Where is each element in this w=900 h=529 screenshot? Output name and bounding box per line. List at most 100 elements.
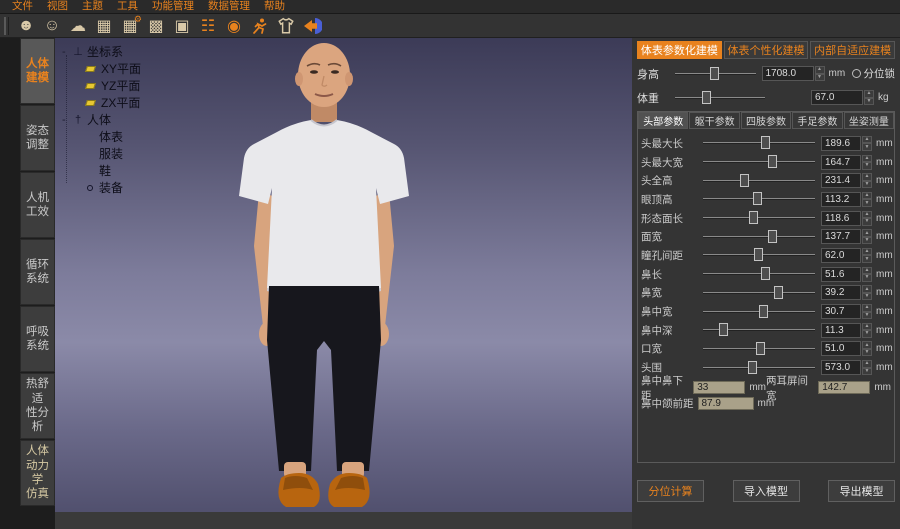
- mesh-body-icon[interactable]: ▦: [91, 15, 117, 37]
- spin-down-icon[interactable]: ▼: [862, 162, 872, 170]
- spin-down-icon[interactable]: ▼: [862, 312, 872, 320]
- tshirt-icon[interactable]: [273, 15, 299, 37]
- spin-up-icon[interactable]: ▲: [862, 155, 872, 163]
- height-slider-thumb[interactable]: [710, 67, 719, 80]
- spin-up-icon[interactable]: ▲: [862, 173, 872, 181]
- radio-icon[interactable]: [852, 69, 861, 78]
- tab-1[interactable]: 体表参数化建模: [637, 41, 722, 59]
- param-value[interactable]: 164.7: [821, 155, 861, 170]
- expand-icon[interactable]: -: [62, 46, 72, 58]
- height-value[interactable]: 1708.0: [762, 66, 814, 81]
- param-tab-4[interactable]: 手足参数: [792, 112, 842, 129]
- param-value[interactable]: 573.0: [821, 360, 861, 375]
- spin-down-icon[interactable]: ▼: [815, 74, 825, 82]
- param-tab-5[interactable]: 坐姿测量: [844, 112, 894, 129]
- spin-up-icon[interactable]: ▲: [862, 192, 872, 200]
- tab-3[interactable]: 内部自适应建模: [810, 41, 895, 59]
- spin-down-icon[interactable]: ▼: [862, 143, 872, 151]
- hair-icon[interactable]: ☁: [65, 15, 91, 37]
- tree-item-坐标系[interactable]: -⊥坐标系: [62, 43, 141, 60]
- param-slider[interactable]: [703, 154, 815, 170]
- param-tab-1[interactable]: 头部参数: [638, 112, 688, 129]
- param-slider[interactable]: [703, 173, 815, 189]
- param-value[interactable]: 113.2: [821, 192, 861, 207]
- slider-thumb[interactable]: [754, 248, 763, 261]
- spin-up-icon[interactable]: ▲: [862, 341, 872, 349]
- spin-up-icon[interactable]: ▲: [815, 66, 825, 74]
- param-value[interactable]: 11.3: [821, 323, 861, 338]
- 3d-viewport[interactable]: -⊥坐标系XY平面YZ平面ZX平面-†人体体表服装鞋装备: [55, 38, 632, 529]
- readonly-field[interactable]: 142.7: [818, 381, 870, 394]
- menu-item-1[interactable]: 文件: [5, 0, 40, 13]
- tree-item-人体[interactable]: -†人体: [62, 111, 141, 128]
- spin-down-icon[interactable]: ▼: [862, 293, 872, 301]
- button-1[interactable]: 分位计算: [637, 480, 704, 502]
- param-tab-3[interactable]: 四肢参数: [741, 112, 791, 129]
- slider-thumb[interactable]: [761, 267, 770, 280]
- weight-slider-thumb[interactable]: [702, 91, 711, 104]
- param-tab-2[interactable]: 躯干参数: [689, 112, 739, 129]
- sidebar-item-2[interactable]: 姿态 调整: [20, 105, 55, 171]
- spin-up-icon[interactable]: ▲: [862, 285, 872, 293]
- tab-2[interactable]: 体表个性化建模: [724, 41, 809, 59]
- tree-item-体表[interactable]: 体表: [62, 128, 141, 145]
- runner-icon[interactable]: [247, 15, 273, 37]
- hierarchy-icon[interactable]: ☷: [195, 15, 221, 37]
- spin-up-icon[interactable]: ▲: [862, 136, 872, 144]
- param-slider[interactable]: [703, 360, 815, 376]
- spin-up-icon[interactable]: ▲: [862, 360, 872, 368]
- tree-item-ZX平面[interactable]: ZX平面: [62, 94, 141, 111]
- menu-item-4[interactable]: 工具: [110, 0, 145, 13]
- menu-item-6[interactable]: 数据管理: [201, 0, 257, 13]
- param-slider[interactable]: [703, 322, 815, 338]
- slider-thumb[interactable]: [748, 361, 757, 374]
- spin-down-icon[interactable]: ▼: [862, 255, 872, 263]
- sidebar-item-4[interactable]: 循环 系统: [20, 239, 55, 305]
- param-slider[interactable]: [703, 266, 815, 282]
- spin-down-icon[interactable]: ▼: [862, 330, 872, 338]
- tree-item-服装[interactable]: 服装: [62, 145, 141, 162]
- param-value[interactable]: 189.6: [821, 136, 861, 151]
- param-value[interactable]: 137.7: [821, 229, 861, 244]
- param-value[interactable]: 118.6: [821, 211, 861, 226]
- menu-item-2[interactable]: 视图: [40, 0, 75, 13]
- percentile-lock[interactable]: 分位锁: [852, 66, 896, 81]
- mesh-cube-icon[interactable]: ▩: [143, 15, 169, 37]
- readonly-field[interactable]: 33: [693, 381, 745, 394]
- tree-item-鞋[interactable]: 鞋: [62, 162, 141, 179]
- slider-thumb[interactable]: [749, 211, 758, 224]
- tree-item-装备[interactable]: 装备: [62, 179, 141, 196]
- head-front-icon[interactable]: ☻: [13, 15, 39, 37]
- spin-up-icon[interactable]: ▲: [862, 267, 872, 275]
- spin-down-icon[interactable]: ▼: [862, 274, 872, 282]
- sidebar-item-7[interactable]: 人体 动力学 仿真: [20, 440, 55, 506]
- slider-thumb[interactable]: [719, 323, 728, 336]
- exit-icon[interactable]: [299, 15, 325, 37]
- param-value[interactable]: 62.0: [821, 248, 861, 263]
- height-slider[interactable]: [675, 66, 756, 82]
- param-slider[interactable]: [703, 229, 815, 245]
- readonly-field[interactable]: 87.9: [698, 397, 754, 410]
- toolbar-grip[interactable]: [4, 17, 9, 35]
- spin-down-icon[interactable]: ▼: [862, 237, 872, 245]
- button-2[interactable]: 导入模型: [733, 480, 800, 502]
- spin-up-icon[interactable]: ▲: [864, 90, 874, 98]
- slider-thumb[interactable]: [761, 136, 770, 149]
- eye-icon[interactable]: ◉: [221, 15, 247, 37]
- param-slider[interactable]: [703, 304, 815, 320]
- tree-item-YZ平面[interactable]: YZ平面: [62, 77, 141, 94]
- spin-up-icon[interactable]: ▲: [862, 211, 872, 219]
- slider-thumb[interactable]: [756, 342, 765, 355]
- param-value[interactable]: 51.6: [821, 267, 861, 282]
- spin-up-icon[interactable]: ▲: [862, 304, 872, 312]
- param-slider[interactable]: [703, 247, 815, 263]
- sidebar-item-1[interactable]: 人体 建模: [20, 38, 55, 104]
- spin-down-icon[interactable]: ▼: [862, 181, 872, 189]
- slider-thumb[interactable]: [768, 230, 777, 243]
- slider-thumb[interactable]: [753, 192, 762, 205]
- weight-value[interactable]: 67.0: [811, 90, 863, 105]
- menu-item-7[interactable]: 帮助: [257, 0, 292, 13]
- slider-thumb[interactable]: [768, 155, 777, 168]
- spin-up-icon[interactable]: ▲: [862, 229, 872, 237]
- spin-down-icon[interactable]: ▼: [862, 199, 872, 207]
